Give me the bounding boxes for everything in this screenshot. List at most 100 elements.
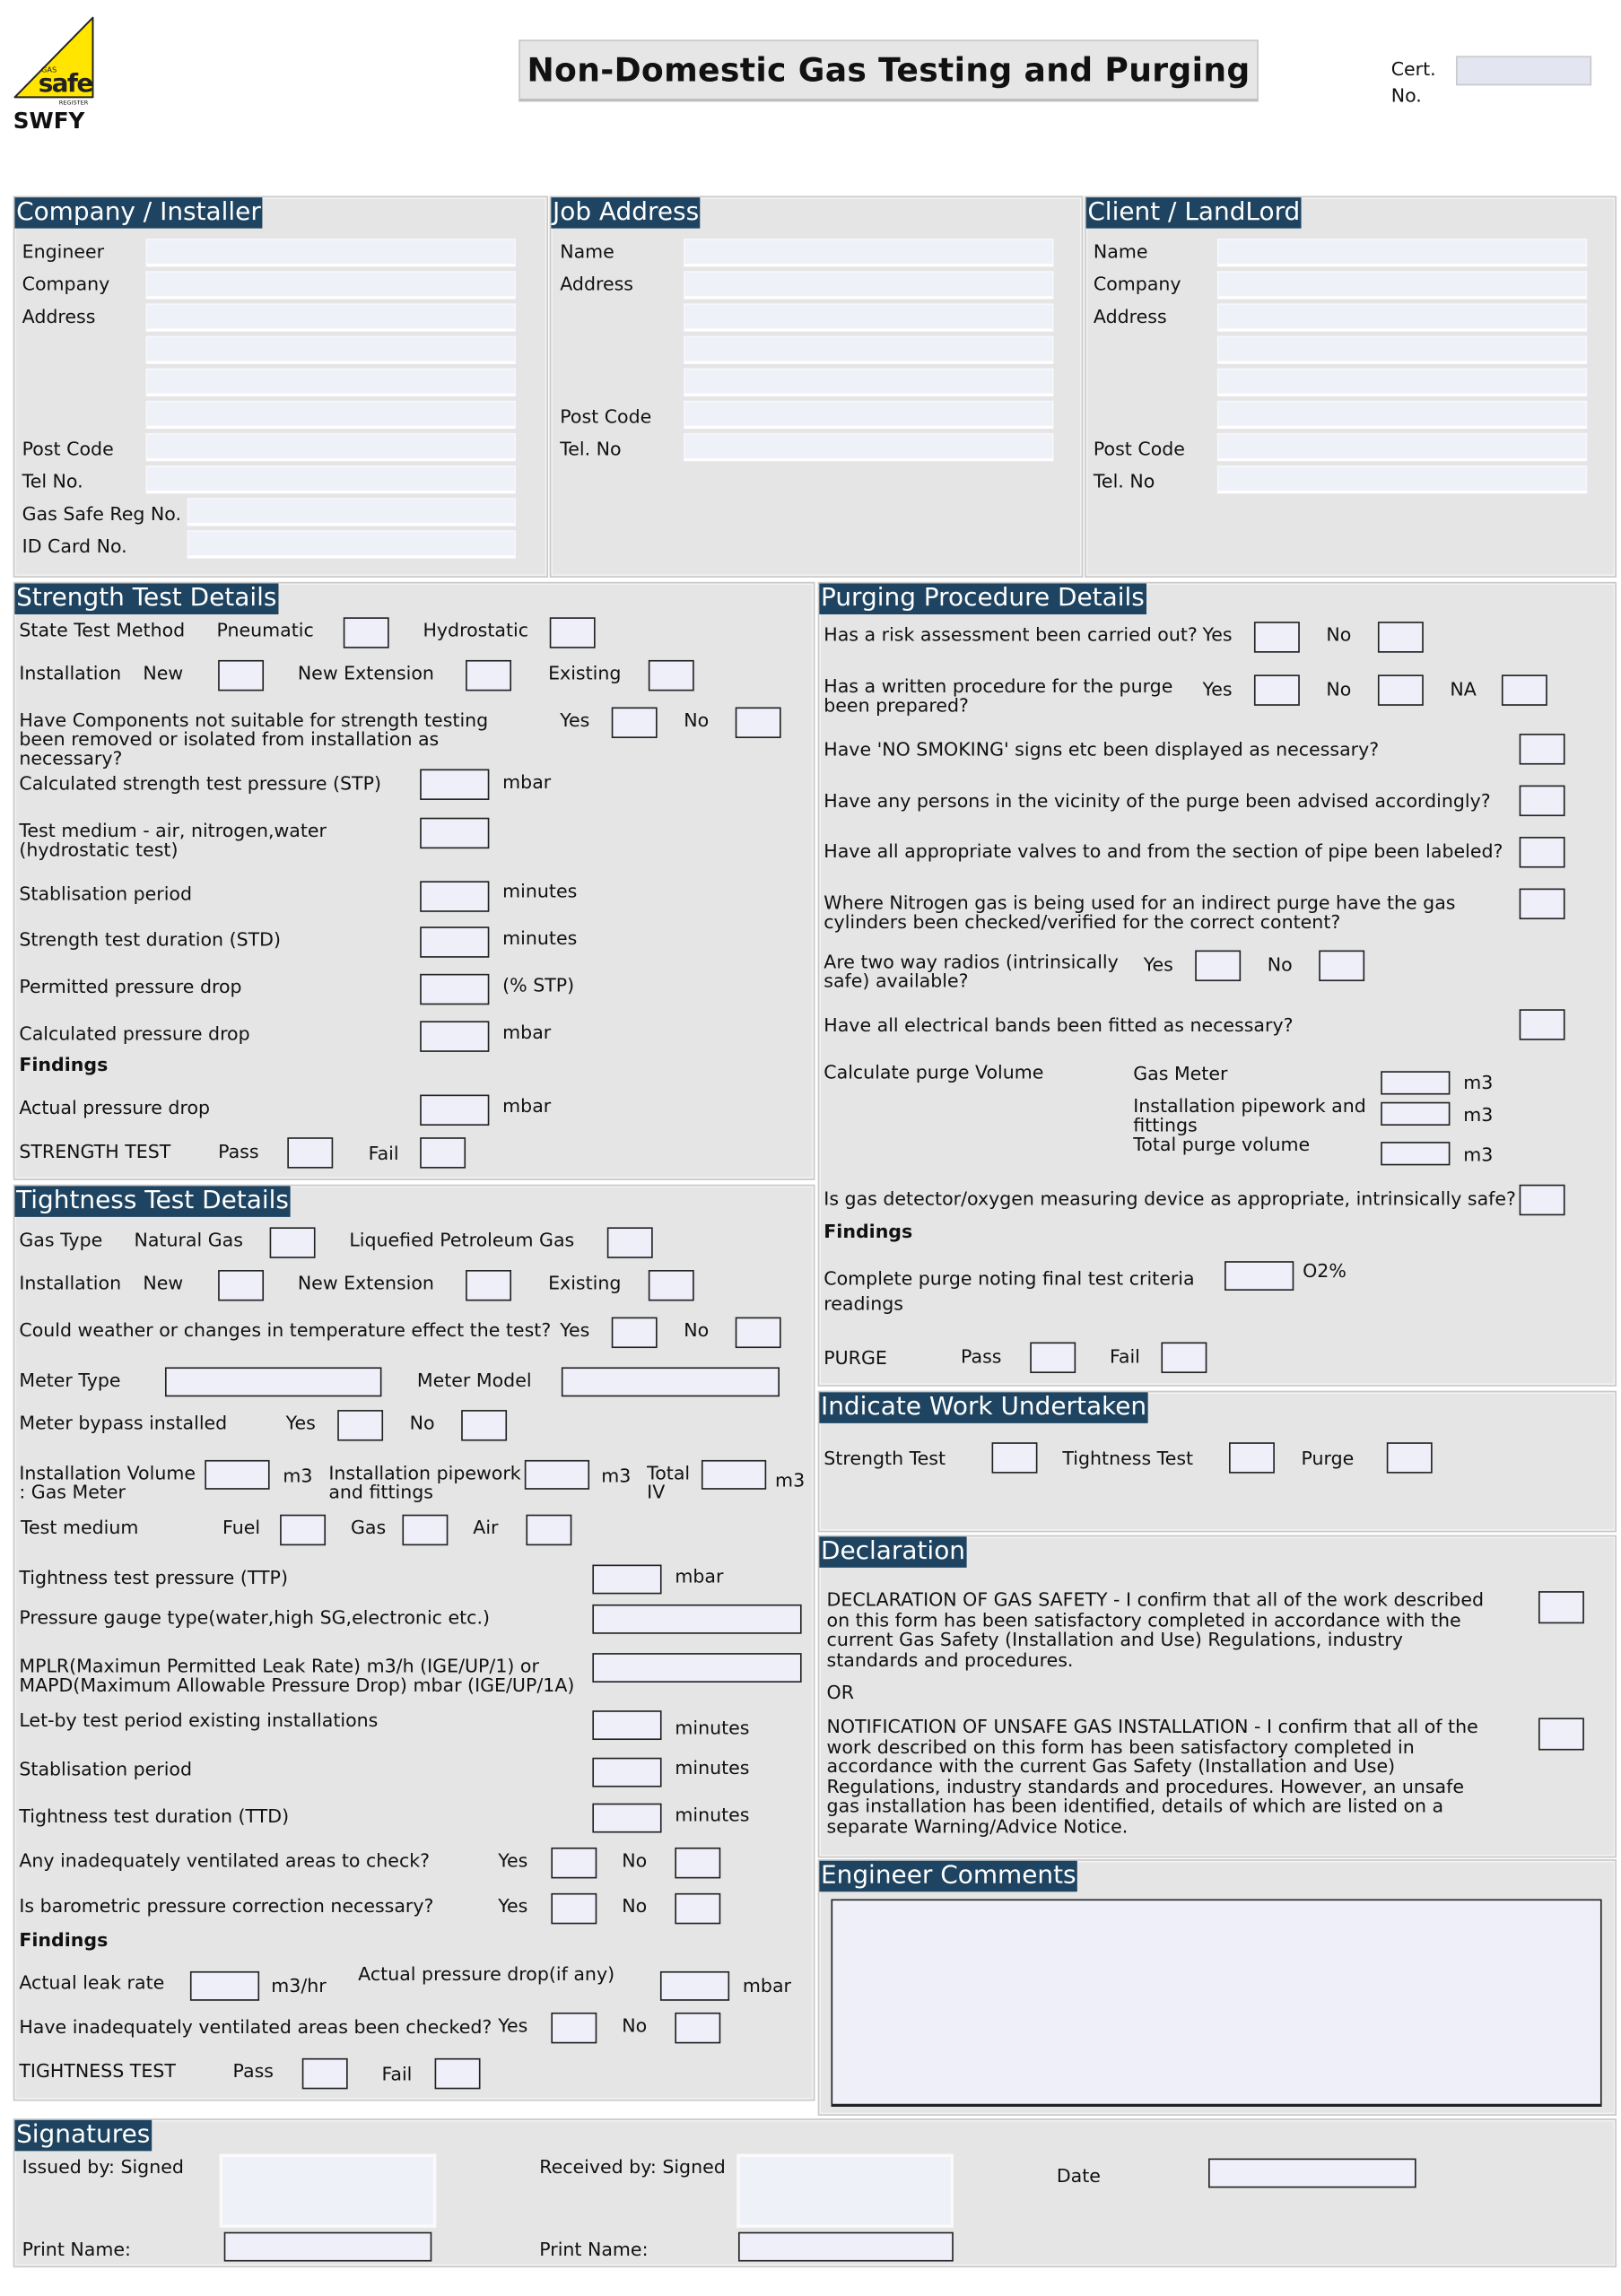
purge-gas-meter-field[interactable] <box>1381 1071 1451 1095</box>
bypass-yes-checkbox[interactable] <box>337 1410 384 1441</box>
iv-gas-meter-field[interactable] <box>205 1459 270 1490</box>
client-post-code-field[interactable] <box>1216 432 1588 462</box>
purge-fail-checkbox[interactable] <box>1161 1342 1207 1373</box>
detector-checkbox[interactable] <box>1519 1184 1565 1216</box>
leak-rate-field[interactable] <box>189 1970 260 2001</box>
address-field-1[interactable] <box>145 303 516 332</box>
issued-by-signature-field[interactable] <box>219 2153 437 2228</box>
client-address-field-2[interactable] <box>1216 335 1588 364</box>
client-name-field[interactable] <box>1216 239 1588 267</box>
risk-no-checkbox[interactable] <box>1377 622 1424 653</box>
meter-type-field[interactable] <box>164 1367 382 1397</box>
persons-checkbox[interactable] <box>1519 785 1565 817</box>
tightness-new-extension-checkbox[interactable] <box>466 1270 512 1301</box>
ttd-field[interactable] <box>592 1803 662 1833</box>
address-field-3[interactable] <box>145 368 516 396</box>
tightness-stab-field[interactable] <box>592 1757 662 1787</box>
client-company-field[interactable] <box>1216 271 1588 300</box>
smoking-checkbox[interactable] <box>1519 734 1565 765</box>
work-tightness-checkbox[interactable] <box>1229 1442 1275 1474</box>
job-post-code-field[interactable] <box>684 400 1054 430</box>
hydrostatic-checkbox[interactable] <box>549 617 596 648</box>
tightness-existing-checkbox[interactable] <box>648 1270 694 1301</box>
total-purge-volume-field[interactable] <box>1381 1142 1451 1166</box>
fuel-checkbox[interactable] <box>280 1514 327 1546</box>
lpg-checkbox[interactable] <box>606 1227 653 1258</box>
radios-yes-checkbox[interactable] <box>1195 950 1242 982</box>
stp-field[interactable] <box>420 769 490 800</box>
job-address-field-2[interactable] <box>684 303 1054 332</box>
gauge-type-field[interactable] <box>592 1604 802 1634</box>
engineer-comments-textarea[interactable] <box>831 1899 1602 2108</box>
risk-yes-checkbox[interactable] <box>1253 622 1300 653</box>
components-yes-checkbox[interactable] <box>611 707 658 738</box>
total-iv-field[interactable] <box>701 1459 767 1490</box>
job-tel-field[interactable] <box>684 432 1054 462</box>
issued-print-name-field[interactable] <box>223 2231 432 2262</box>
client-address-field-4[interactable] <box>1216 400 1588 430</box>
client-address-field-3[interactable] <box>1216 368 1588 396</box>
post-code-field[interactable] <box>145 432 516 462</box>
stabilisation-field[interactable] <box>420 881 490 912</box>
tightness-pass-checkbox[interactable] <box>301 2057 348 2090</box>
job-address-field-4[interactable] <box>684 368 1054 396</box>
baro-no-checkbox[interactable] <box>675 1892 721 1925</box>
written-na-checkbox[interactable] <box>1501 674 1547 706</box>
air-checkbox[interactable] <box>526 1514 572 1546</box>
declaration-unsafe-checkbox[interactable] <box>1538 1718 1584 1751</box>
std-field[interactable] <box>420 926 490 958</box>
written-yes-checkbox[interactable] <box>1253 674 1300 706</box>
company-field[interactable] <box>145 271 516 300</box>
bypass-no-checkbox[interactable] <box>461 1410 508 1441</box>
strength-pass-checkbox[interactable] <box>287 1137 334 1169</box>
bands-checkbox[interactable] <box>1519 1009 1565 1040</box>
client-address-field-1[interactable] <box>1216 303 1588 332</box>
weather-yes-checkbox[interactable] <box>611 1317 658 1349</box>
client-tel-field[interactable] <box>1216 465 1588 494</box>
vent-yes-checkbox[interactable] <box>551 1847 597 1879</box>
purge-pipework-field[interactable] <box>1381 1101 1451 1126</box>
weather-no-checkbox[interactable] <box>735 1317 781 1349</box>
written-no-checkbox[interactable] <box>1377 674 1424 706</box>
job-name-field[interactable] <box>684 239 1054 267</box>
gas-checkbox[interactable] <box>402 1514 449 1546</box>
purge-pass-checkbox[interactable] <box>1030 1342 1076 1373</box>
test-medium-field[interactable] <box>420 817 490 849</box>
ttp-field[interactable] <box>592 1564 662 1595</box>
tel-field[interactable] <box>145 465 516 494</box>
iv-pipework-field[interactable] <box>524 1459 590 1490</box>
received-print-name-field[interactable] <box>737 2231 954 2262</box>
vent-checked-no-checkbox[interactable] <box>675 2012 721 2044</box>
strength-new-checkbox[interactable] <box>218 659 265 691</box>
received-by-signature-field[interactable] <box>736 2153 954 2228</box>
declaration-safe-checkbox[interactable] <box>1538 1591 1584 1624</box>
date-field[interactable] <box>1208 2158 1416 2188</box>
job-address-field-1[interactable] <box>684 271 1054 300</box>
baro-yes-checkbox[interactable] <box>551 1892 597 1925</box>
valves-checkbox[interactable] <box>1519 837 1565 868</box>
engineer-field[interactable] <box>145 239 516 267</box>
strength-new-extension-checkbox[interactable] <box>466 659 512 691</box>
natural-gas-checkbox[interactable] <box>269 1227 316 1258</box>
tightness-actual-drop-field[interactable] <box>659 1970 730 2001</box>
o2-field[interactable] <box>1224 1261 1294 1292</box>
strength-existing-checkbox[interactable] <box>648 659 694 691</box>
gas-safe-reg-field[interactable] <box>187 498 516 526</box>
id-card-field[interactable] <box>187 530 516 559</box>
vent-no-checkbox[interactable] <box>675 1847 721 1879</box>
mplr-field[interactable] <box>592 1653 802 1683</box>
strength-fail-checkbox[interactable] <box>420 1137 466 1169</box>
job-address-field-3[interactable] <box>684 335 1054 364</box>
work-purge-checkbox[interactable] <box>1386 1442 1433 1474</box>
letby-field[interactable] <box>592 1710 662 1741</box>
vent-checked-yes-checkbox[interactable] <box>551 2012 597 2044</box>
tightness-fail-checkbox[interactable] <box>434 2057 481 2090</box>
nitrogen-checkbox[interactable] <box>1519 888 1565 920</box>
calc-drop-field[interactable] <box>420 1021 490 1052</box>
actual-drop-field[interactable] <box>420 1094 490 1126</box>
pneumatic-checkbox[interactable] <box>343 617 389 648</box>
meter-model-field[interactable] <box>561 1367 780 1397</box>
address-field-4[interactable] <box>145 400 516 430</box>
work-strength-checkbox[interactable] <box>991 1442 1038 1474</box>
permitted-drop-field[interactable] <box>420 973 490 1005</box>
